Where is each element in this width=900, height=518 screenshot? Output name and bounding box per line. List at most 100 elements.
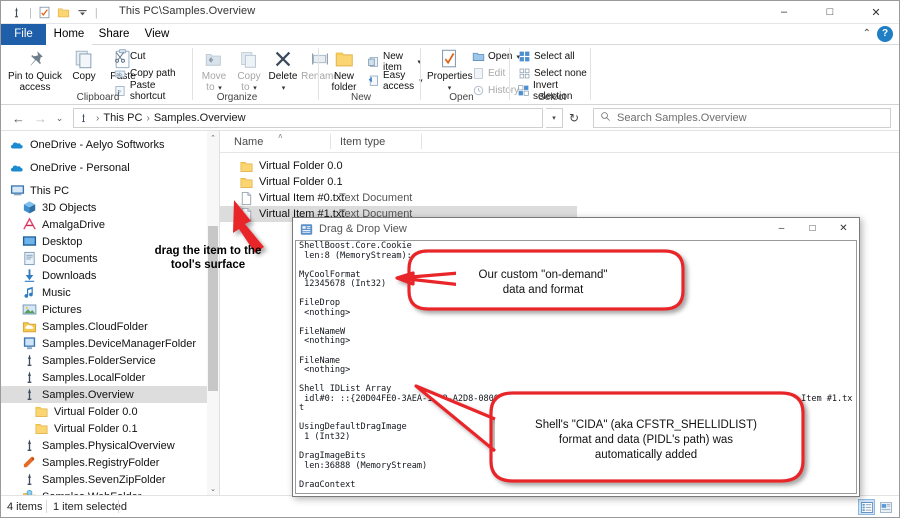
onedrive-icon <box>9 160 25 176</box>
scroll-down-icon[interactable]: ⌄ <box>207 482 219 495</box>
nav-item-music[interactable]: Music <box>1 284 212 301</box>
drag-drop-minimize-button[interactable]: – <box>766 218 797 239</box>
delete-icon <box>266 47 300 71</box>
folder-icon[interactable] <box>56 5 71 20</box>
nav-item-label: Desktop <box>42 235 83 248</box>
drag-drop-close-button[interactable]: ✕ <box>828 218 859 239</box>
collapse-ribbon-icon[interactable]: ⌃ <box>863 28 871 39</box>
search-input[interactable]: Search Samples.Overview <box>617 112 747 124</box>
column-header-name[interactable]: ˄ Name <box>226 131 331 152</box>
group-label-clipboard: Clipboard <box>76 92 120 103</box>
nav-item-label: Samples.SevenZipFolder <box>42 473 166 486</box>
copy-button[interactable]: Copy <box>65 47 103 83</box>
edit-button[interactable]: Edit <box>471 66 505 81</box>
pin-to-quick-access-button[interactable]: Pin to Quick access <box>6 47 64 93</box>
new-folder-button[interactable]: New folder <box>324 47 364 93</box>
close-button[interactable]: ✕ <box>853 1 899 23</box>
easy-access-icon <box>367 74 380 88</box>
cut-button[interactable]: Cut <box>113 49 146 64</box>
shellboost-icon[interactable] <box>9 5 24 20</box>
nav-item-onedrive-aelyo-softworks[interactable]: OneDrive - Aelyo Softworks <box>1 136 212 153</box>
breadcrumb-dropdown-icon[interactable]: ▾ <box>546 108 563 128</box>
properties-button[interactable]: Properties ▾ <box>427 47 473 94</box>
table-row[interactable]: Virtual Folder 0.1 <box>220 174 577 190</box>
breadcrumb-separator-1: › <box>146 112 150 124</box>
nav-item-samples-sevenzipfolder[interactable]: Samples.SevenZipFolder <box>1 471 212 488</box>
nav-item-samples-registryfolder[interactable]: Samples.RegistryFolder <box>1 454 212 471</box>
nav-item-samples-localfolder[interactable]: Samples.LocalFolder <box>1 369 212 386</box>
nav-item-label: Samples.FolderService <box>42 354 156 367</box>
nav-item-virtual-folder-0-0[interactable]: Virtual Folder 0.0 <box>1 403 212 420</box>
file-type: Text Document <box>339 192 413 204</box>
downloads-icon <box>21 268 37 284</box>
nav-item-label: Samples.CloudFolder <box>42 320 148 333</box>
drag-hint-annotation: drag the item to the tool's surface <box>154 245 262 271</box>
ribbon-group-new: Newfolder New item ▾ Easy access ▾ New <box>321 45 423 104</box>
details-view-icon[interactable] <box>858 499 875 515</box>
nav-item-label: Pictures <box>42 303 82 316</box>
nav-item-amalgadrive[interactable]: AmalgaDrive <box>1 216 212 233</box>
column-header-item-type[interactable]: Item type <box>332 131 422 152</box>
properties-icon[interactable] <box>37 5 52 20</box>
minimize-button[interactable]: – <box>761 1 807 23</box>
nav-item-3d-objects[interactable]: 3D Objects <box>1 199 212 216</box>
copy-to-button[interactable]: Copy to ▾ <box>232 47 266 94</box>
registry-icon <box>21 455 37 471</box>
column-divider-1[interactable] <box>330 134 331 149</box>
tab-file[interactable]: File <box>1 24 46 45</box>
refresh-icon[interactable]: ↻ <box>563 108 585 128</box>
nav-item-samples-physicaloverview[interactable]: Samples.PhysicalOverview <box>1 437 212 454</box>
column-divider-2[interactable] <box>421 134 422 149</box>
nav-item-this-pc[interactable]: This PC <box>1 182 212 199</box>
select-all-label: Select all <box>534 51 575 62</box>
status-bar: 4 items 1 item selected <box>1 495 899 517</box>
nav-item-onedrive-personal[interactable]: OneDrive - Personal <box>1 159 212 176</box>
forward-button[interactable]: → <box>31 109 50 128</box>
table-row[interactable]: Virtual Item #0.txt Text Document <box>220 190 577 206</box>
breadcrumb-item-this-pc[interactable]: This PC <box>103 112 142 124</box>
navigation-scrollbar[interactable]: ⌃ ⌄ <box>207 131 219 495</box>
move-to-button[interactable]: Move to ▾ <box>197 47 231 94</box>
large-icons-view-icon[interactable] <box>877 499 894 515</box>
nav-item-label: Downloads <box>42 269 97 282</box>
nav-item-pictures[interactable]: Pictures <box>1 301 212 318</box>
search-box[interactable]: Search Samples.Overview <box>593 108 891 128</box>
group-label-organize: Organize <box>216 92 258 103</box>
ribbon-group-organize: Move to ▾ Copy to ▾ Delete ▾ Rename Orga… <box>195 45 339 104</box>
tab-home[interactable]: Home <box>46 24 92 45</box>
nav-item-label: Virtual Folder 0.0 <box>54 405 138 418</box>
nav-item-label: This PC <box>30 184 70 197</box>
drag-drop-bottom-clip <box>296 487 856 493</box>
column-header-row: ˄ Name Item type <box>220 131 899 153</box>
nav-item-samples-cloudfolder[interactable]: Samples.CloudFolder <box>1 318 212 335</box>
tab-share[interactable]: Share <box>92 24 136 45</box>
breadcrumb-separator-0: › <box>96 112 100 124</box>
nav-item-samples-devicemanagerfolder[interactable]: Samples.DeviceManagerFolder <box>1 335 212 352</box>
new-item-button[interactable]: New item ▾ <box>367 51 421 73</box>
customize-chevron-icon[interactable] <box>75 5 90 20</box>
new-item-icon <box>367 55 380 69</box>
breadcrumb[interactable]: › This PC › Samples.Overview <box>73 108 543 128</box>
select-all-button[interactable]: Select all <box>517 49 575 64</box>
nav-item-virtual-folder-0-1[interactable]: Virtual Folder 0.1 <box>1 420 212 437</box>
nav-item-samples-overview[interactable]: Samples.Overview <box>1 386 212 403</box>
breadcrumb-item-samples-overview[interactable]: Samples.Overview <box>154 112 246 124</box>
back-button[interactable]: ← <box>9 109 28 128</box>
folder-icon <box>33 421 49 437</box>
delete-label: Delete ▾ <box>268 71 298 92</box>
nav-item-samples-folderservice[interactable]: Samples.FolderService <box>1 352 212 369</box>
table-row[interactable]: Virtual Folder 0.0 <box>220 158 577 174</box>
copy-label: Copy <box>72 71 96 82</box>
nav-item-label: AmalgaDrive <box>42 218 105 231</box>
maximize-button[interactable]: □ <box>807 1 853 23</box>
tab-view[interactable]: View <box>136 24 178 45</box>
scroll-up-icon[interactable]: ⌃ <box>207 131 219 144</box>
nav-item-samples-webfolder[interactable]: Samples.WebFolder <box>1 488 212 495</box>
delete-button[interactable]: Delete ▾ <box>266 47 300 94</box>
copy-icon <box>65 47 103 71</box>
drag-drop-window-controls: – □ ✕ <box>766 218 859 239</box>
drag-drop-maximize-button[interactable]: □ <box>797 218 828 239</box>
ribbon: Pin to Quickaccess Copy Paste Cut <box>1 45 899 105</box>
easy-access-button[interactable]: Easy access ▾ <box>367 70 423 92</box>
help-icon[interactable]: ? <box>877 26 893 42</box>
